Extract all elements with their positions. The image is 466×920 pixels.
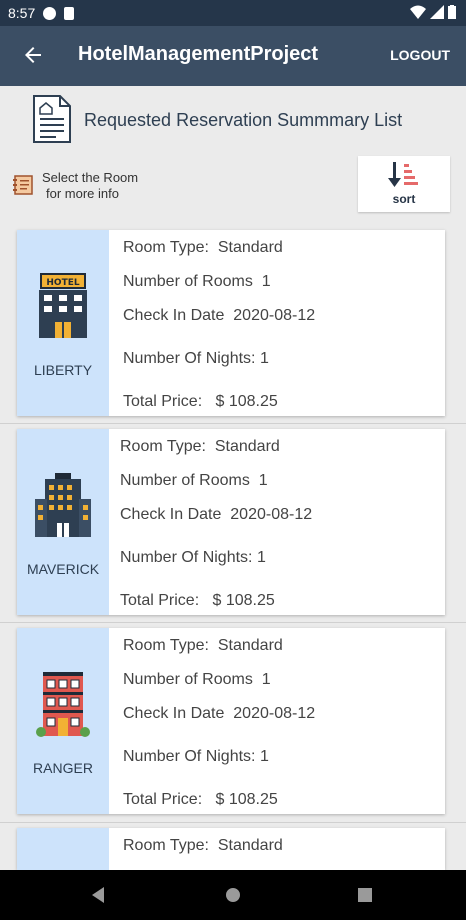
- nights-value: 1: [259, 748, 269, 765]
- hotel-thumbnail: HOTEL LIBERTY: [17, 230, 109, 416]
- app-title: HotelManagementProject: [78, 43, 319, 65]
- hotel-thumbnail: MAVERICK: [17, 429, 109, 615]
- notification-icon: [43, 6, 57, 20]
- page-title: Requested Reservation Summmary List: [84, 110, 403, 130]
- sort-icon: [388, 162, 418, 187]
- reservation-card[interactable]: RANGER Room Type: Standard Number of Roo…: [17, 628, 445, 814]
- room-type-value: Standard: [217, 637, 283, 654]
- hotel-thumbnail: RANGER: [17, 628, 109, 814]
- back-nav-icon[interactable]: [88, 884, 110, 906]
- back-arrow-icon[interactable]: [18, 40, 48, 70]
- hotel-building-icon: HOTEL: [39, 273, 87, 338]
- rooms-value: 1: [261, 671, 271, 688]
- home-nav-icon[interactable]: [222, 884, 244, 906]
- app-bar: HotelManagementProject LOGOUT: [0, 26, 466, 86]
- sort-button[interactable]: sort: [358, 156, 450, 212]
- hotel-thumbnail: [17, 828, 109, 870]
- page-header: Requested Reservation Summmary List: [0, 86, 466, 154]
- divider: [0, 423, 466, 424]
- hotel-building-icon: [36, 672, 90, 737]
- document-icon: [33, 95, 71, 143]
- logout-button[interactable]: LOGOUT: [390, 47, 450, 63]
- nights-label: Number Of Nights:: [123, 748, 256, 765]
- nights-value: 1: [256, 549, 266, 566]
- check-in-value: 2020-08-12: [233, 705, 316, 722]
- room-type-value: Standard: [217, 837, 283, 854]
- room-type-label: Room Type:: [123, 837, 209, 854]
- nights-label: Number Of Nights:: [120, 549, 253, 566]
- room-type-value: Standard: [214, 438, 280, 455]
- sim-icon: [64, 6, 75, 20]
- hotel-name: MAVERICK: [26, 561, 100, 577]
- rooms-label: Number of Rooms: [120, 472, 250, 489]
- divider: [0, 822, 466, 823]
- status-time: 8:57: [8, 5, 36, 21]
- notebook-icon: [13, 175, 33, 195]
- hotel-name: RANGER: [33, 760, 93, 776]
- nights-label: Number Of Nights:: [123, 350, 256, 367]
- hint-line-1: Select the Room: [42, 170, 139, 185]
- hotel-name: LIBERTY: [33, 362, 93, 378]
- check-in-label: Check In Date: [123, 307, 225, 324]
- rooms-label: Number of Rooms: [123, 671, 253, 688]
- hotel-building-icon: [35, 473, 91, 537]
- rooms-label: Number of Rooms: [123, 273, 253, 290]
- reservation-card[interactable]: MAVERICK Room Type: Standard Number of R…: [17, 429, 445, 615]
- check-in-value: 2020-08-12: [230, 506, 313, 523]
- nights-value: 1: [259, 350, 269, 367]
- recents-nav-icon[interactable]: [354, 884, 376, 906]
- total-label: Total Price:: [123, 393, 203, 410]
- total-label: Total Price:: [123, 791, 203, 808]
- rooms-value: 1: [261, 273, 271, 290]
- hint-line-2: for more info: [46, 186, 119, 201]
- room-type-label: Room Type:: [123, 239, 209, 256]
- system-nav-bar: [0, 870, 466, 920]
- total-value: $ 108.25: [215, 393, 278, 410]
- status-bar: 8:57: [0, 0, 466, 26]
- sort-label: sort: [392, 192, 416, 206]
- check-in-value: 2020-08-12: [233, 307, 316, 324]
- check-in-label: Check In Date: [123, 705, 225, 722]
- total-value: $ 108.25: [215, 791, 278, 808]
- rooms-value: 1: [258, 472, 268, 489]
- room-type-value: Standard: [217, 239, 283, 256]
- total-value: $ 108.25: [212, 592, 275, 609]
- signal-icon: [430, 5, 444, 19]
- wifi-icon: [410, 5, 426, 19]
- divider: [0, 622, 466, 623]
- reservation-card[interactable]: HOTEL LIBERTY Room Type: Standard Number…: [17, 230, 445, 416]
- svg-text:HOTEL: HOTEL: [46, 278, 79, 288]
- select-room-hint: Select the Room for more info: [12, 170, 138, 202]
- total-label: Total Price:: [120, 592, 200, 609]
- room-type-label: Room Type:: [123, 637, 209, 654]
- check-in-label: Check In Date: [120, 506, 222, 523]
- battery-icon: [448, 5, 456, 19]
- reservation-card[interactable]: Room Type: Standard: [17, 828, 445, 870]
- room-type-label: Room Type:: [120, 438, 206, 455]
